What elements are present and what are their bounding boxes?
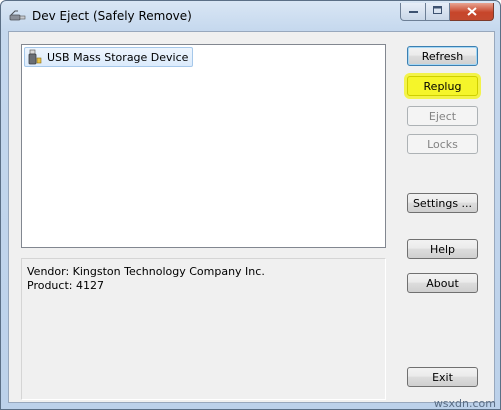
refresh-button[interactable]: Refresh [407,46,478,66]
client-area: USB Mass Storage Device Vendor: Kingston… [8,31,495,403]
caption-buttons [400,3,494,21]
minimize-icon [408,6,418,17]
maximize-icon [433,6,442,17]
vendor-text: Vendor: Kingston Technology Company Inc. [27,265,265,278]
minimize-button[interactable] [400,3,426,21]
settings-button[interactable]: Settings ... [407,193,478,213]
locks-button[interactable]: Locks [407,134,478,154]
title-bar[interactable]: Dev Eject (Safely Remove) [1,1,500,33]
close-icon [466,5,477,19]
window-title: Dev Eject (Safely Remove) [32,9,192,23]
device-list[interactable]: USB Mass Storage Device [21,44,386,248]
help-button[interactable]: Help [407,239,478,259]
product-text: Product: 4127 [27,279,104,292]
usb-drive-icon [27,49,43,65]
watermark: wsxdn.com [433,397,496,410]
close-button[interactable] [450,3,494,21]
list-item[interactable]: USB Mass Storage Device [24,47,194,67]
device-info-panel: Vendor: Kingston Technology Company Inc.… [21,258,386,400]
eject-button[interactable]: Eject [407,106,478,126]
exit-button[interactable]: Exit [407,367,478,387]
device-label: USB Mass Storage Device [47,50,189,64]
replug-button[interactable]: Replug [407,76,478,96]
about-button[interactable]: About [407,273,478,293]
app-window: Dev Eject (Safely Remove) USB Mass Stora… [0,0,501,410]
usb-plug-icon [9,9,27,23]
maximize-button[interactable] [426,3,450,21]
